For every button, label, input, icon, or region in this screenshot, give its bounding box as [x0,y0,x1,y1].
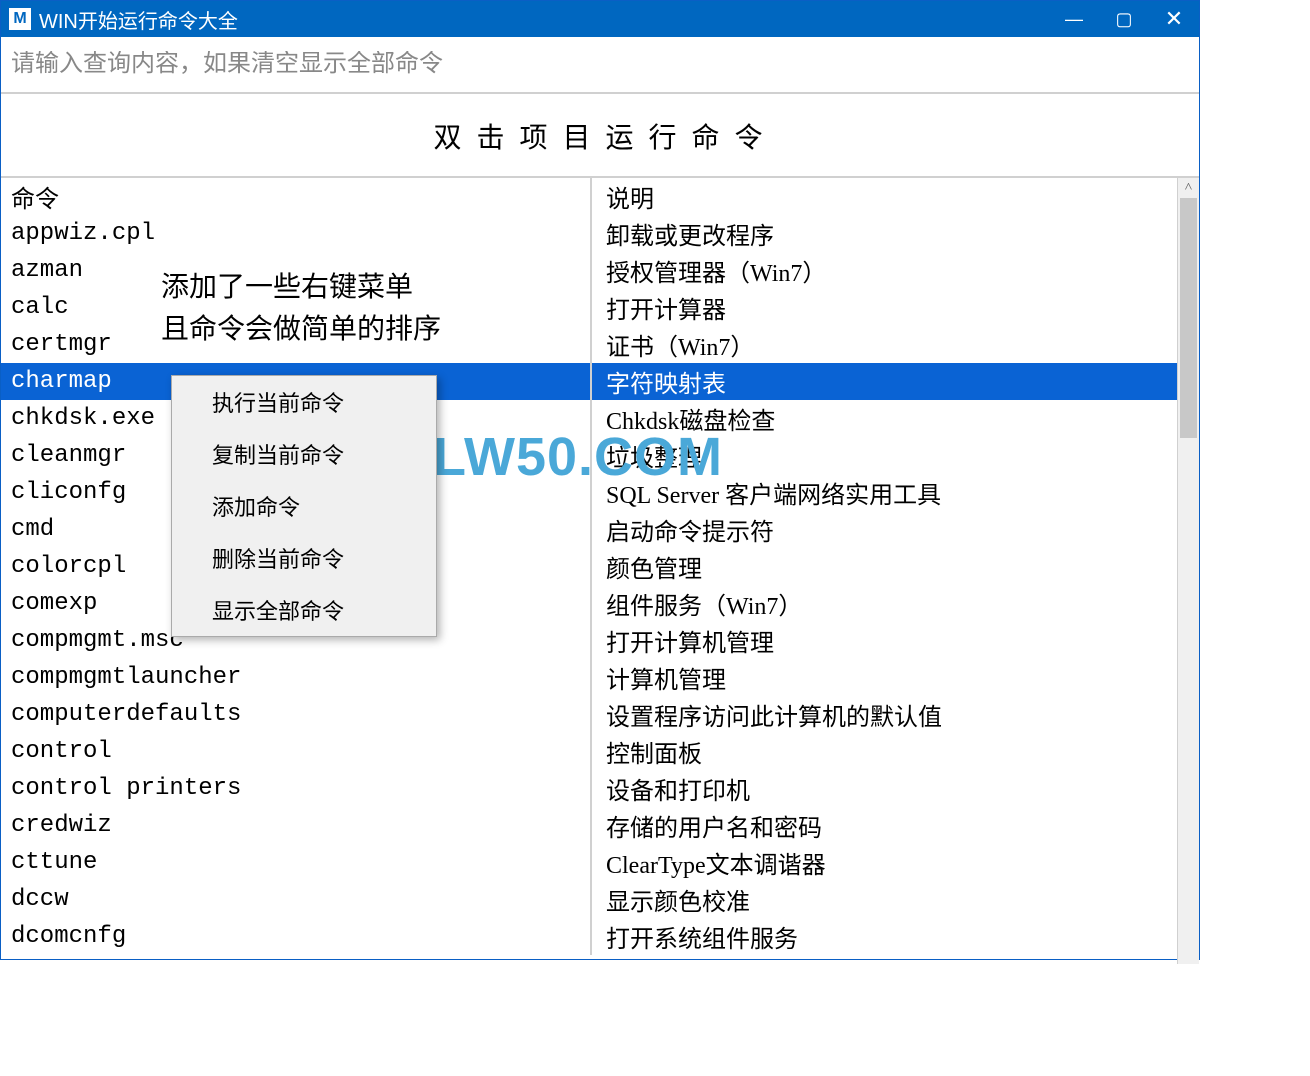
menu-add[interactable]: 添加命令 [172,480,436,532]
header-description: 说明 [591,178,1177,215]
cell-description: 授权管理器（Win7） [591,252,1177,289]
cell-description: 计算机管理 [591,659,1177,696]
search-bar [1,37,1199,94]
table-row[interactable]: dccw显示颜色校准 [1,881,1177,918]
table-row[interactable]: certmgr证书（Win7） [1,326,1177,363]
cell-description: 卸载或更改程序 [591,215,1177,252]
cell-description: 打开计算机管理 [591,622,1177,659]
scrollbar[interactable]: ˄ [1177,178,1199,964]
cell-description: 打开计算器 [591,289,1177,326]
cell-description: 启动命令提示符 [591,511,1177,548]
cell-command: control printers [1,770,591,807]
cell-command: compmgmtlauncher [1,659,591,696]
app-window: M WIN开始运行命令大全 — ▢ ✕ 双 击 项 目 运 行 命 令 命令 说… [0,0,1200,960]
cell-description: ClearType文本调谐器 [591,844,1177,881]
app-icon: M [9,8,31,30]
table-row[interactable]: dcomcnfg打开系统组件服务 [1,918,1177,955]
menu-execute[interactable]: 执行当前命令 [172,376,436,428]
scroll-thumb[interactable] [1180,198,1197,438]
table-row[interactable]: control printers设备和打印机 [1,770,1177,807]
cell-description: 字符映射表 [591,363,1177,400]
cell-description: 打开系统组件服务 [591,918,1177,955]
cell-description: 设置程序访问此计算机的默认值 [591,696,1177,733]
table-row[interactable]: compmgmtlauncher计算机管理 [1,659,1177,696]
table-row[interactable]: computerdefaults设置程序访问此计算机的默认值 [1,696,1177,733]
cell-description: SQL Server 客户端网络实用工具 [591,474,1177,511]
cell-command: azman [1,252,591,289]
cell-command: computerdefaults [1,696,591,733]
cell-description: 组件服务（Win7） [591,585,1177,622]
menu-showall[interactable]: 显示全部命令 [172,584,436,636]
cell-description: 存储的用户名和密码 [591,807,1177,844]
menu-delete[interactable]: 删除当前命令 [172,532,436,584]
cell-command: certmgr [1,326,591,363]
table-row[interactable]: appwiz.cpl卸载或更改程序 [1,215,1177,252]
cell-description: 垃圾整理 [591,437,1177,474]
window-title: WIN开始运行命令大全 [39,5,1049,34]
cell-command: dcomcnfg [1,918,591,955]
maximize-button[interactable]: ▢ [1099,1,1149,37]
scroll-up-icon[interactable]: ˄ [1178,178,1199,198]
table-row[interactable]: cttuneClearType文本调谐器 [1,844,1177,881]
table-row[interactable]: control控制面板 [1,733,1177,770]
table-row[interactable]: credwiz存储的用户名和密码 [1,807,1177,844]
cell-command: dccw [1,881,591,918]
search-input[interactable] [11,51,1189,78]
cell-command: calc [1,289,591,326]
table-row[interactable]: azman授权管理器（Win7） [1,252,1177,289]
menu-copy[interactable]: 复制当前命令 [172,428,436,480]
close-button[interactable]: ✕ [1149,1,1199,37]
cell-command: cttune [1,844,591,881]
cell-description: 设备和打印机 [591,770,1177,807]
cell-description: 颜色管理 [591,548,1177,585]
context-menu: 执行当前命令 复制当前命令 添加命令 删除当前命令 显示全部命令 [171,375,437,637]
cell-description: Chkdsk磁盘检查 [591,400,1177,437]
cell-command: appwiz.cpl [1,215,591,252]
cell-description: 显示颜色校准 [591,881,1177,918]
cell-command: control [1,733,591,770]
window-controls: — ▢ ✕ [1049,1,1199,37]
cell-command: credwiz [1,807,591,844]
minimize-button[interactable]: — [1049,1,1099,37]
banner-text: 双 击 项 目 运 行 命 令 [1,94,1199,178]
header-command: 命令 [1,178,591,215]
cell-description: 控制面板 [591,733,1177,770]
table-header: 命令 说明 [1,178,1177,215]
titlebar: M WIN开始运行命令大全 — ▢ ✕ [1,1,1199,37]
cell-description: 证书（Win7） [591,326,1177,363]
table-row[interactable]: calc打开计算器 [1,289,1177,326]
